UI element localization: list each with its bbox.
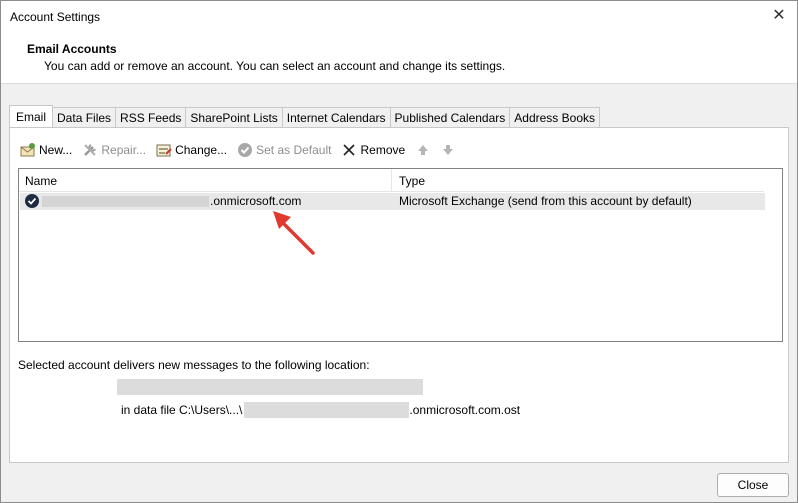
account-row[interactable]: .onmicrosoft.com Microsoft Exchange (sen… <box>20 193 765 210</box>
delivery-label: Selected account delivers new messages t… <box>18 358 370 372</box>
tab-email[interactable]: Email <box>9 105 54 127</box>
dialog-header: Email Accounts You can add or remove an … <box>1 31 797 84</box>
remove-button[interactable]: Remove <box>341 142 405 158</box>
list-header: Name Type <box>19 169 764 192</box>
close-icon[interactable]: ✕ <box>769 6 789 26</box>
change-button[interactable]: Change... <box>156 142 227 158</box>
move-up-button[interactable] <box>415 142 434 158</box>
account-toolbar: New... Repair... Change... Set as Defaul… <box>20 141 469 159</box>
account-settings-window: Account Settings ✕ Email Accounts You ca… <box>0 0 798 503</box>
move-down-button[interactable] <box>440 142 459 158</box>
redacted-account-name <box>42 196 209 207</box>
redacted-delivery-location <box>117 379 423 395</box>
data-file-suffix: .onmicrosoft.com.ost <box>409 403 521 417</box>
new-button[interactable]: New... <box>20 142 72 158</box>
redacted-data-file-name <box>244 402 410 418</box>
tab-internet-calendars[interactable]: Internet Calendars <box>281 107 391 127</box>
title-bar: Account Settings ✕ <box>1 1 797 31</box>
header-title: Email Accounts <box>27 42 117 56</box>
column-header-name[interactable]: Name <box>25 174 57 188</box>
column-divider <box>391 169 392 191</box>
accounts-list[interactable]: Name Type .onmicrosoft.com Microsoft Exc… <box>18 168 783 342</box>
window-title: Account Settings <box>10 10 101 24</box>
set-as-default-label: Set as Default <box>256 143 332 157</box>
change-button-label: Change... <box>175 143 228 157</box>
repair-button-label: Repair... <box>101 143 147 157</box>
dialog-footer: Close <box>1 463 797 502</box>
tab-address-books[interactable]: Address Books <box>509 107 600 127</box>
new-button-label: New... <box>39 143 73 157</box>
tab-sharepoint-lists[interactable]: SharePoint Lists <box>185 107 283 127</box>
header-subtitle: You can add or remove an account. You ca… <box>44 59 506 73</box>
annotation-arrow-icon <box>273 211 315 255</box>
data-file-path: in data file C:\Users\...\ .onmicrosoft.… <box>121 402 520 418</box>
tab-strip: Email Data Files RSS Feeds SharePoint Li… <box>9 105 600 128</box>
data-file-prefix: in data file C:\Users\...\ <box>121 403 243 417</box>
email-tab-panel: New... Repair... Change... Set as Defaul… <box>9 127 789 463</box>
column-header-type[interactable]: Type <box>399 174 425 188</box>
tab-data-files[interactable]: Data Files <box>52 107 117 127</box>
arrow-down-icon <box>440 142 456 158</box>
remove-x-icon <box>341 142 357 158</box>
account-type: Microsoft Exchange (send from this accou… <box>399 194 692 208</box>
set-as-default-button[interactable]: Set as Default <box>237 142 331 158</box>
change-account-icon <box>156 142 172 158</box>
tab-published-calendars[interactable]: Published Calendars <box>389 107 511 127</box>
tab-rss-feeds[interactable]: RSS Feeds <box>115 107 187 127</box>
repair-button[interactable]: Repair... <box>82 142 146 158</box>
default-account-check-icon <box>25 194 39 208</box>
new-account-icon <box>20 142 36 158</box>
repair-tools-icon <box>82 142 98 158</box>
check-circle-icon <box>237 142 253 158</box>
remove-button-label: Remove <box>360 143 406 157</box>
close-button[interactable]: Close <box>717 473 789 497</box>
arrow-up-icon <box>415 142 431 158</box>
